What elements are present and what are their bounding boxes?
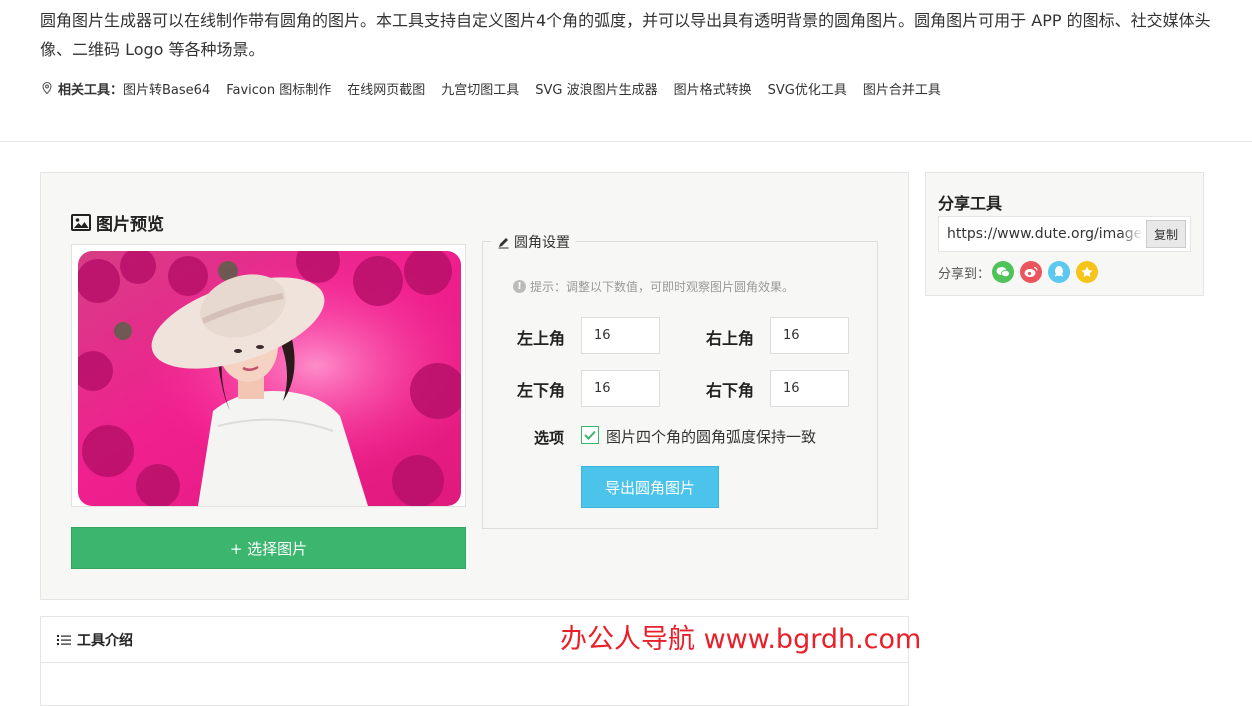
share-panel: 分享工具 https://www.dute.org/image-rounded-… bbox=[925, 172, 1204, 296]
weibo-icon[interactable] bbox=[1020, 261, 1043, 283]
watermark-text: 办公人导航 www.bgrdh.com bbox=[560, 624, 922, 655]
qq-icon[interactable] bbox=[1048, 261, 1071, 283]
image-icon bbox=[71, 214, 91, 231]
top-right-label: 右上角 bbox=[706, 329, 755, 348]
bottom-left-label: 左下角 bbox=[517, 381, 566, 400]
copy-button[interactable]: 复制 bbox=[1146, 220, 1186, 248]
top-left-radius-input[interactable] bbox=[581, 317, 660, 354]
uniform-corners-text: 图片四个角的圆角弧度保持一致 bbox=[606, 428, 817, 446]
location-pin-icon bbox=[40, 81, 54, 95]
preview-heading: 图片预览 bbox=[71, 210, 164, 235]
related-link-favicon[interactable]: Favicon 图标制作 bbox=[226, 79, 331, 98]
bottom-right-radius-input[interactable] bbox=[770, 370, 849, 407]
settings-hint: ! 提示：调整以下数值，可即时观察图片圆角效果。 bbox=[513, 278, 794, 295]
related-link-format-convert[interactable]: 图片格式转换 bbox=[674, 79, 752, 98]
section-divider bbox=[0, 141, 1252, 142]
related-link-nine-grid[interactable]: 九宫切图工具 bbox=[441, 79, 519, 98]
settings-legend: 圆角设置 bbox=[491, 232, 576, 252]
uniform-corners-checkbox[interactable] bbox=[581, 426, 599, 444]
share-title: 分享工具 bbox=[938, 194, 1003, 213]
list-icon bbox=[57, 635, 71, 645]
intro-paragraph: 圆角图片生成器可以在线制作带有圆角的图片。本工具支持自定义图片4个角的弧度，并可… bbox=[40, 11, 1211, 59]
related-tools: 相关工具： 图片转Base64 Favicon 图标制作 在线网页截图 九宫切图… bbox=[40, 78, 957, 98]
tool-intro-heading: 工具介绍 bbox=[57, 630, 133, 650]
wechat-icon[interactable] bbox=[992, 261, 1015, 283]
related-tools-label: 相关工具： bbox=[58, 82, 124, 98]
share-to-row: 分享到： bbox=[938, 261, 1099, 283]
related-link-image-merge[interactable]: 图片合并工具 bbox=[863, 79, 941, 98]
tool-intro-title: 工具介绍 bbox=[77, 633, 133, 649]
settings-legend-label: 圆角设置 bbox=[514, 235, 570, 251]
bottom-left-radius-input[interactable] bbox=[581, 370, 660, 407]
checkmark-icon bbox=[584, 430, 596, 440]
edit-icon bbox=[498, 237, 509, 248]
export-rounded-image-button[interactable]: 导出圆角图片 bbox=[581, 466, 719, 508]
choose-image-button[interactable]: + 选择图片 bbox=[71, 527, 466, 569]
related-link-screenshot[interactable]: 在线网页截图 bbox=[347, 79, 425, 98]
info-icon: ! bbox=[513, 280, 526, 293]
related-link-svg-wave[interactable]: SVG 波浪图片生成器 bbox=[535, 79, 657, 98]
option-label: 选项 bbox=[534, 429, 565, 447]
image-preview-frame bbox=[71, 244, 466, 507]
bottom-right-label: 右下角 bbox=[706, 381, 755, 400]
main-tool-panel: 图片预览 + 选择图片 圆角设置 ! 提示：调整以下数值，可即时观察图片圆角效果… bbox=[40, 172, 909, 600]
settings-hint-text: 提示：调整以下数值，可即时观察图片圆角效果。 bbox=[530, 280, 795, 294]
corner-settings-fieldset: 圆角设置 ! 提示：调整以下数值，可即时观察图片圆角效果。 左上角 右上角 左下… bbox=[482, 232, 878, 529]
qzone-icon[interactable] bbox=[1076, 261, 1099, 283]
top-left-label: 左上角 bbox=[517, 329, 566, 348]
share-url-box: https://www.dute.org/image-rounded-corne… bbox=[938, 216, 1191, 252]
related-link-svg-optimize[interactable]: SVG优化工具 bbox=[768, 79, 847, 98]
share-to-label: 分享到： bbox=[938, 266, 991, 282]
preview-title: 图片预览 bbox=[96, 215, 164, 235]
related-link-base64[interactable]: 图片转Base64 bbox=[123, 79, 210, 98]
preview-photo bbox=[78, 251, 461, 506]
top-right-radius-input[interactable] bbox=[770, 317, 849, 354]
share-url-field[interactable]: https://www.dute.org/image-rounded-corne… bbox=[947, 217, 1143, 251]
